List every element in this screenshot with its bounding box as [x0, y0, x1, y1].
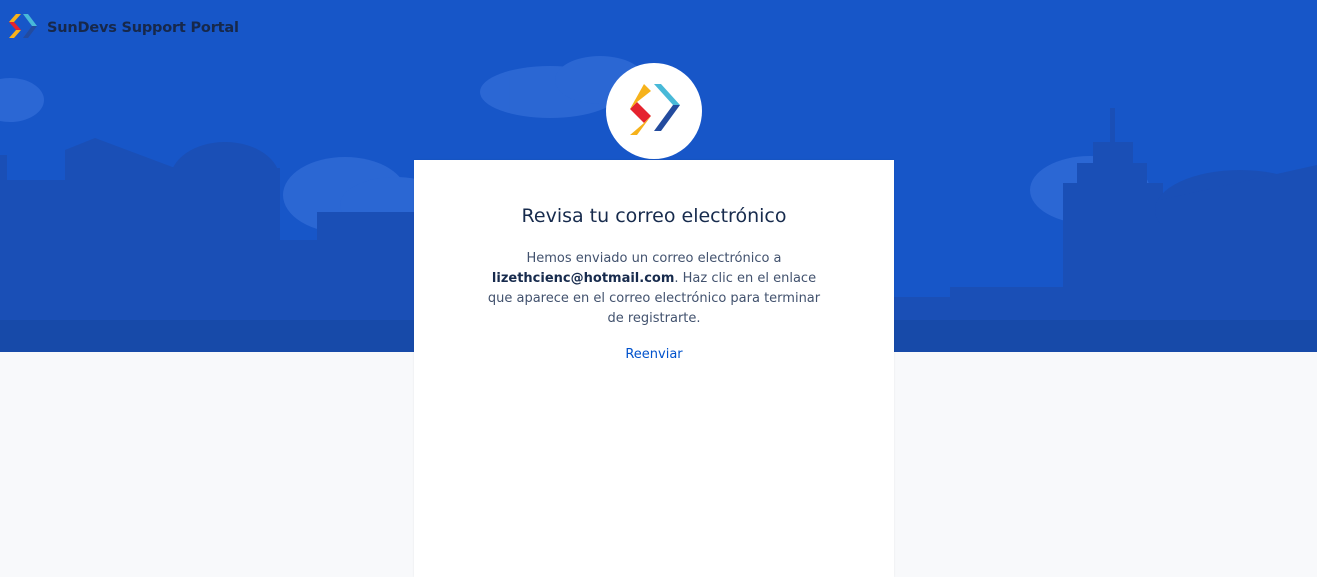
verification-card: Revisa tu correo electrónico Hemos envia… — [414, 160, 894, 577]
sundevs-chevron-logo-icon — [624, 81, 684, 141]
message-prefix: Hemos enviado un correo electrónico a — [526, 251, 782, 266]
brand-header[interactable]: SunDevs Support Portal — [8, 13, 239, 43]
resend-link[interactable]: Reenviar — [414, 347, 894, 362]
brand-name: SunDevs Support Portal — [47, 20, 239, 36]
card-message: Hemos enviado un correo electrónico a li… — [484, 249, 824, 329]
card-title: Revisa tu correo electrónico — [521, 205, 787, 227]
logo-badge — [606, 63, 702, 159]
email-address: lizethcienc@hotmail.com — [491, 271, 675, 286]
sundevs-logo-icon — [8, 11, 38, 45]
